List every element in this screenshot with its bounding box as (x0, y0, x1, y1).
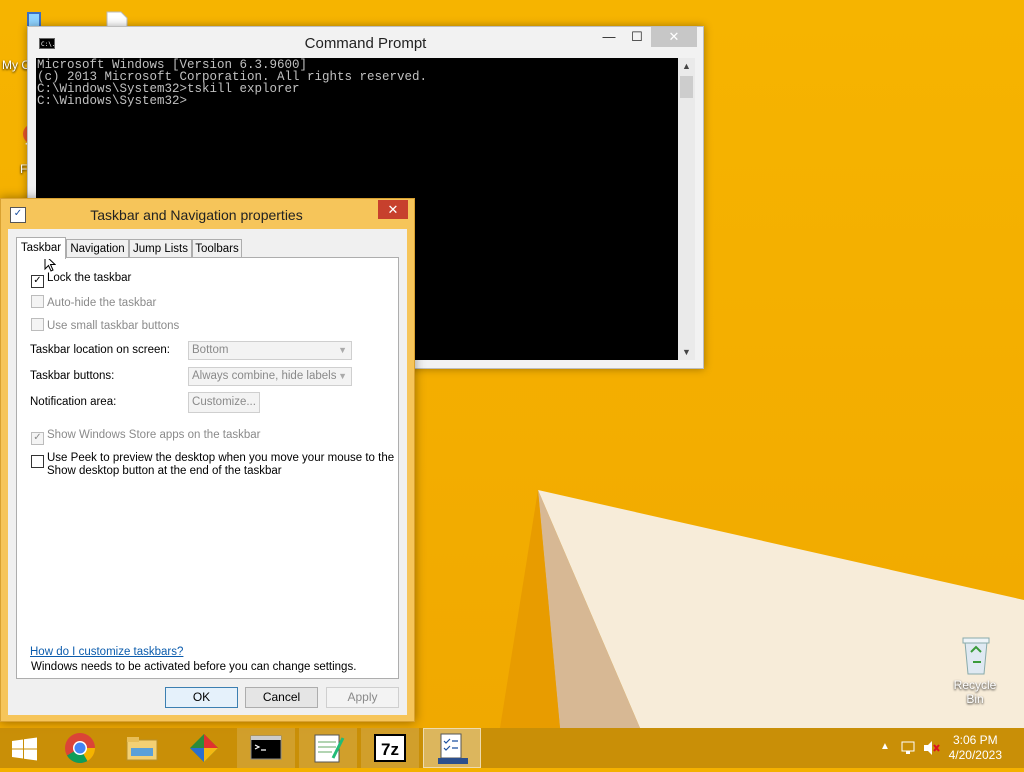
taskbar-taskbar-properties[interactable] (423, 728, 481, 768)
checkbox-unchecked-icon (31, 295, 44, 308)
taskbar-chrome[interactable] (51, 728, 109, 768)
desktop-icon-label: Recycle Bin (953, 678, 997, 706)
start-button[interactable] (0, 728, 48, 768)
checkbox-label: Lock the taskbar (47, 272, 132, 284)
clock[interactable]: 3:06 PM 4/20/2023 (949, 733, 1002, 763)
taskbar-tab-panel: ✓ Lock the taskbar Auto-hide the taskbar … (16, 257, 399, 679)
ok-button[interactable]: OK (165, 687, 238, 708)
chrome-icon (65, 733, 95, 764)
recycle-bin-icon (955, 630, 995, 676)
chevron-down-icon: ▼ (338, 345, 347, 355)
taskbar-properties-dialog[interactable]: ✓ Taskbar and Navigation properties ✕ Ta… (0, 198, 415, 722)
system-tray: ▲ 3:06 PM 4/20/2023 (864, 728, 1024, 768)
7zip-label: 7z (381, 740, 399, 759)
tab-jump-lists[interactable]: Jump Lists (129, 239, 192, 257)
dialog-close-button[interactable]: ✕ (378, 200, 408, 219)
taskbar-notepad[interactable] (299, 728, 357, 768)
customize-button[interactable]: Customize... (188, 392, 260, 413)
checkbox-label: Auto-hide the taskbar (47, 297, 157, 309)
dialog-title: Taskbar and Navigation properties (90, 207, 303, 223)
small-buttons-checkbox[interactable]: Use small taskbar buttons (31, 318, 179, 332)
dialog-body: Taskbar Navigation Jump Lists Toolbars ✓… (8, 229, 407, 715)
taskbar: 7z ▲ 3:06 PM 4/20/2023 (0, 728, 1024, 768)
title-bar[interactable]: C:\. Command Prompt — ☐ ✕ (28, 27, 703, 58)
checkbox-label: Use small taskbar buttons (47, 320, 180, 332)
show-hidden-icons-icon[interactable]: ▲ (880, 741, 890, 752)
scroll-up-icon[interactable]: ▲ (678, 58, 695, 74)
checkbox-label-wrap: Use Peek to preview the desktop when you… (47, 452, 394, 478)
taskbar-7zip[interactable]: 7z (361, 728, 419, 768)
chevron-down-icon: ▼ (338, 371, 347, 381)
vertical-scrollbar[interactable]: ▲ ▼ (678, 58, 695, 360)
lock-taskbar-checkbox[interactable]: ✓ Lock the taskbar (31, 272, 131, 288)
app-icon (190, 734, 218, 762)
maximize-button[interactable]: ☐ (623, 27, 651, 47)
checkbox-label-line: Show desktop button at the end of the ta… (47, 465, 282, 477)
clock-date: 4/20/2023 (948, 748, 1002, 762)
activation-note: Windows needs to be activated before you… (31, 661, 357, 673)
cancel-button[interactable]: Cancel (245, 687, 318, 708)
checkbox-checked-icon: ✓ (31, 432, 44, 445)
checkbox-unchecked-icon (31, 318, 44, 331)
network-icon[interactable] (900, 739, 918, 757)
close-button[interactable]: ✕ (651, 27, 697, 47)
location-select[interactable]: Bottom ▼ (188, 341, 352, 360)
notepad-icon (314, 734, 345, 763)
console-line: C:\Windows\System32> (37, 94, 188, 108)
buttons-label: Taskbar buttons: (30, 370, 115, 382)
select-value: Bottom (192, 344, 229, 356)
volume-muted-icon[interactable] (922, 739, 940, 757)
desktop-icon-label: My C (2, 58, 30, 72)
desktop-icon-recycle-bin[interactable]: Recycle Bin (945, 630, 1005, 706)
taskbar-properties-icon (438, 733, 468, 764)
scroll-down-icon[interactable]: ▼ (678, 344, 695, 360)
taskbar-file-explorer[interactable] (113, 728, 171, 768)
checkbox-checked-icon: ✓ (31, 275, 44, 288)
taskbar-app[interactable] (175, 728, 233, 768)
checkbox-label: Show Windows Store apps on the taskbar (47, 429, 261, 441)
dialog-title-bar[interactable]: ✓ Taskbar and Navigation properties (1, 199, 414, 229)
7zip-icon: 7z (374, 734, 406, 762)
checkbox-label-line: Use Peek to preview the desktop when you… (47, 452, 395, 464)
store-apps-checkbox[interactable]: ✓ Show Windows Store apps on the taskbar (31, 429, 261, 445)
notification-label: Notification area: (30, 396, 117, 408)
tab-navigation[interactable]: Navigation (66, 239, 129, 257)
help-link[interactable]: How do I customize taskbars? (30, 646, 183, 658)
command-prompt-icon (250, 735, 282, 760)
checkbox-unchecked-icon (31, 455, 44, 468)
peek-checkbox[interactable]: Use Peek to preview the desktop when you… (31, 452, 394, 478)
clock-time: 3:06 PM (952, 733, 998, 747)
select-value: Always combine, hide labels (192, 370, 337, 382)
scroll-thumb[interactable] (680, 76, 693, 98)
apply-button[interactable]: Apply (326, 687, 399, 708)
minimize-button[interactable]: — (595, 27, 623, 47)
taskbar-command-prompt[interactable] (237, 728, 295, 768)
windows-logo-icon (12, 737, 37, 761)
location-label: Taskbar location on screen: (30, 344, 170, 356)
buttons-select[interactable]: Always combine, hide labels ▼ (188, 367, 352, 386)
file-explorer-icon (126, 737, 158, 761)
auto-hide-checkbox[interactable]: Auto-hide the taskbar (31, 295, 156, 309)
tab-taskbar[interactable]: Taskbar (16, 237, 66, 259)
tab-toolbars[interactable]: Toolbars (192, 239, 242, 257)
